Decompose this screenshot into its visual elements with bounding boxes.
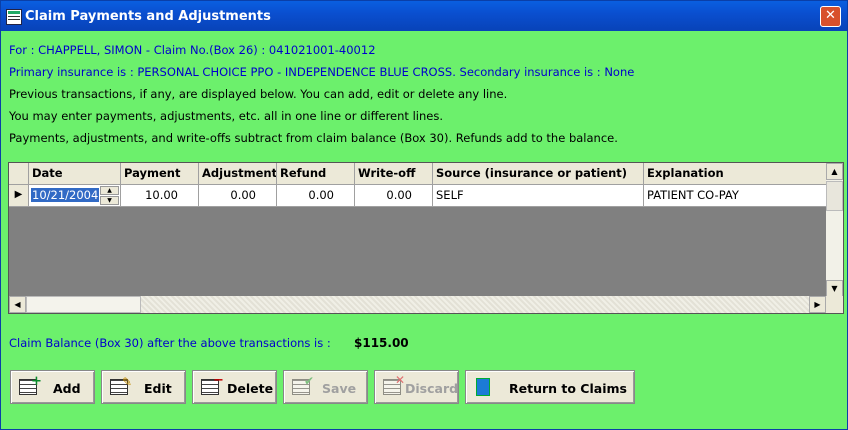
insurance-line: Primary insurance is : PERSONAL CHOICE P… [9, 65, 635, 79]
save-button[interactable]: ✔ Save [283, 370, 368, 404]
add-label: Add [53, 381, 81, 396]
row-indicator-icon: ▶ [9, 185, 29, 207]
discard-button[interactable]: ✕ Discard [374, 370, 459, 404]
column-header-date[interactable]: Date [29, 163, 121, 185]
header-indicator-cell [9, 163, 29, 185]
return-icon [476, 378, 490, 396]
writeoff-cell[interactable]: 0.00 [355, 185, 433, 207]
return-label: Return to Claims [509, 381, 627, 396]
balance-label: Claim Balance (Box 30) after the above t… [9, 336, 331, 350]
save-label: Save [322, 381, 357, 396]
date-cell[interactable]: 10/21/2004 ▲ ▼ [29, 185, 121, 207]
minus-icon: − [213, 373, 224, 388]
edit-button[interactable]: ✎ Edit [101, 370, 186, 404]
title-bar: Claim Payments and Adjustments ✕ [1, 1, 847, 31]
instruction-line-3: Payments, adjustments, and write-offs su… [9, 131, 618, 145]
pencil-icon: ✎ [122, 375, 133, 389]
checkmark-icon: ✔ [304, 374, 315, 388]
scroll-corner [826, 296, 843, 313]
refund-cell[interactable]: 0.00 [277, 185, 355, 207]
source-cell[interactable]: SELF [433, 185, 644, 207]
edit-label: Edit [144, 381, 172, 396]
vertical-scrollbar[interactable]: ▲ ▼ [826, 163, 843, 297]
return-to-claims-button[interactable]: Return to Claims [465, 370, 635, 404]
column-header-payment[interactable]: Payment [121, 163, 199, 185]
horizontal-scrollbar[interactable]: ◀ ▶ [9, 296, 826, 313]
claim-payments-window: Claim Payments and Adjustments ✕ For : C… [0, 0, 848, 430]
column-header-refund[interactable]: Refund [277, 163, 355, 185]
x-icon: ✕ [395, 373, 406, 387]
close-icon[interactable]: ✕ [820, 6, 841, 27]
grid-header: Date Payment Adjustment Refund Write-off… [9, 163, 827, 185]
adjustment-cell[interactable]: 0.00 [199, 185, 277, 207]
scroll-left-icon[interactable]: ◀ [9, 296, 26, 313]
table-row[interactable]: ▶ 10/21/2004 ▲ ▼ 10.00 0.00 0.00 0.00 SE… [9, 185, 827, 207]
window-title: Claim Payments and Adjustments [25, 9, 271, 24]
column-header-explanation[interactable]: Explanation [644, 163, 827, 185]
delete-label: Delete [227, 381, 274, 396]
delete-button[interactable]: − Delete [192, 370, 277, 404]
scroll-up-icon[interactable]: ▲ [826, 163, 843, 180]
column-header-adjustment[interactable]: Adjustment [199, 163, 277, 185]
transactions-grid[interactable]: Date Payment Adjustment Refund Write-off… [8, 162, 844, 314]
spin-up-icon[interactable]: ▲ [100, 186, 119, 195]
scroll-right-icon[interactable]: ▶ [809, 296, 826, 313]
patient-claim-line: For : CHAPPELL, SIMON - Claim No.(Box 26… [9, 43, 376, 57]
scroll-down-icon[interactable]: ▼ [826, 280, 843, 297]
balance-value: $115.00 [354, 336, 409, 350]
vertical-scroll-thumb[interactable] [826, 181, 843, 211]
instruction-line-1: Previous transactions, if any, are displ… [9, 87, 508, 101]
date-input[interactable]: 10/21/2004 [31, 188, 100, 202]
instruction-line-2: You may enter payments, adjustments, etc… [9, 109, 443, 123]
payment-cell[interactable]: 10.00 [121, 185, 199, 207]
spin-down-icon[interactable]: ▼ [100, 196, 119, 205]
column-header-source[interactable]: Source (insurance or patient) [433, 163, 644, 185]
discard-label: Discard [405, 381, 459, 396]
plus-icon: + [31, 374, 42, 389]
add-button[interactable]: + Add [10, 370, 95, 404]
column-header-writeoff[interactable]: Write-off [355, 163, 433, 185]
horizontal-scroll-thumb[interactable] [26, 296, 141, 313]
explanation-cell[interactable]: PATIENT CO-PAY [644, 185, 827, 207]
window-icon [6, 9, 22, 25]
